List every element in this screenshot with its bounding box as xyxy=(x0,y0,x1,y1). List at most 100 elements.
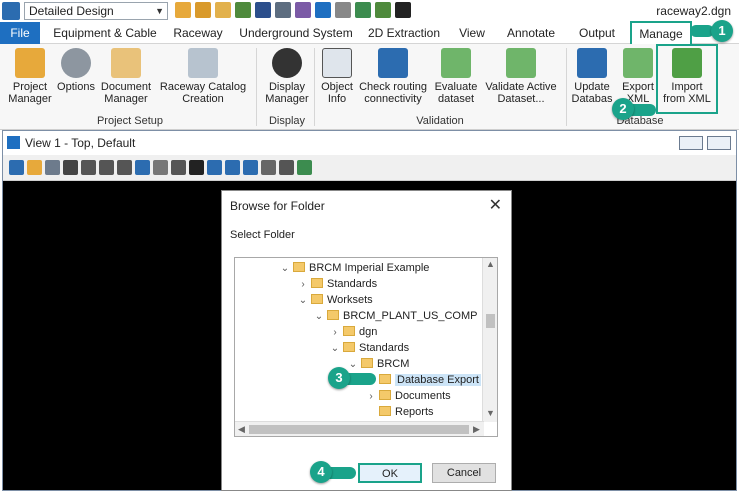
update-database-button[interactable]: Update Databas xyxy=(570,48,614,105)
clip-volume-icon[interactable] xyxy=(261,160,276,175)
folder-icon xyxy=(379,406,391,416)
expander-icon[interactable]: ⌄ xyxy=(279,261,291,277)
scroll-thumb[interactable] xyxy=(249,425,469,434)
tree-node[interactable]: › Documents xyxy=(365,388,451,404)
validate-active-dataset-button[interactable]: Validate Active Dataset... xyxy=(482,48,560,105)
tree-node[interactable]: › Standards xyxy=(297,276,377,292)
minimize-button[interactable] xyxy=(679,136,703,150)
tab-underground-system[interactable]: Underground System xyxy=(236,22,356,44)
folder-icon xyxy=(379,390,391,400)
undo-icon[interactable] xyxy=(315,2,331,18)
view-previous-icon[interactable] xyxy=(207,160,222,175)
workspace-select[interactable]: Detailed Design ▼ xyxy=(24,2,168,20)
expander-icon[interactable]: ⌄ xyxy=(347,357,359,373)
expander-icon[interactable]: ⌄ xyxy=(313,309,325,325)
import-highlight-box xyxy=(656,44,718,114)
pan-view-icon[interactable] xyxy=(171,160,186,175)
callout-badge: 3 xyxy=(328,367,350,389)
tree-node-selected[interactable]: Database Export xyxy=(365,372,481,388)
scroll-thumb[interactable] xyxy=(486,314,495,328)
tree-node-label: dgn xyxy=(359,326,378,338)
walk-icon[interactable] xyxy=(189,160,204,175)
object-info-button[interactable]: Object Info xyxy=(318,48,356,105)
tab-2d-extraction[interactable]: 2D Extraction xyxy=(362,22,446,44)
expander-icon[interactable]: › xyxy=(365,389,377,405)
tab-manage[interactable]: Manage xyxy=(630,21,692,45)
app-logo-icon[interactable] xyxy=(2,2,20,20)
view-toolbar xyxy=(3,155,736,181)
tab-file[interactable]: File xyxy=(0,22,40,44)
export-xml-button[interactable]: Export XML xyxy=(618,48,658,105)
tab-raceway[interactable]: Raceway xyxy=(168,22,228,44)
save-icon[interactable] xyxy=(255,2,271,18)
scroll-left-icon[interactable]: ◀ xyxy=(238,424,245,435)
view-toggle-icon[interactable] xyxy=(297,160,312,175)
scroll-up-icon[interactable]: ▲ xyxy=(486,259,495,269)
lighting-icon[interactable] xyxy=(45,160,60,175)
export-icon xyxy=(623,48,653,78)
tab-annotate[interactable]: Annotate xyxy=(500,22,562,44)
project-manager-button[interactable]: Project Manager xyxy=(6,48,54,105)
tree-node[interactable]: ⌄ BRCM xyxy=(347,356,409,372)
tab-output[interactable]: Output xyxy=(570,22,624,44)
copy-view-icon[interactable] xyxy=(243,160,258,175)
view-next-icon[interactable] xyxy=(225,160,240,175)
ok-button[interactable]: OK xyxy=(358,463,422,483)
scroll-down-icon[interactable]: ▼ xyxy=(486,408,495,418)
vertical-scrollbar[interactable]: ▲ ▼ xyxy=(482,258,497,422)
print-icon[interactable] xyxy=(375,2,391,18)
browse-folder-dialog: Browse for Folder ✕ Select Folder ⌄ BRCM … xyxy=(221,190,512,491)
settings-icon[interactable] xyxy=(295,2,311,18)
check-routing-button[interactable]: Check routing connectivity xyxy=(358,48,428,105)
tab-equipment-cable[interactable]: Equipment & Cable xyxy=(50,22,160,44)
quick-access-toolbar xyxy=(175,2,411,20)
render-icon[interactable] xyxy=(279,160,294,175)
redo-icon[interactable] xyxy=(335,2,351,18)
scroll-right-icon[interactable]: ▶ xyxy=(473,424,480,435)
cancel-button[interactable]: Cancel xyxy=(432,463,496,483)
display-manager-button[interactable]: Display Manager xyxy=(262,48,312,105)
raceway-catalog-button[interactable]: Raceway Catalog Creation xyxy=(156,48,250,105)
horizontal-scrollbar[interactable]: ◀ ▶ xyxy=(235,421,484,436)
folder-icon xyxy=(311,278,323,288)
evaluate-dataset-button[interactable]: Evaluate dataset xyxy=(432,48,480,105)
zoom-out-icon[interactable] xyxy=(99,160,114,175)
tab-view[interactable]: View xyxy=(452,22,492,44)
expander-icon[interactable]: › xyxy=(297,277,309,293)
close-icon[interactable]: ✕ xyxy=(489,195,502,215)
pointer-icon[interactable] xyxy=(395,2,411,18)
expander-icon[interactable]: ⌄ xyxy=(297,293,309,309)
zoom-in-icon[interactable] xyxy=(81,160,96,175)
pin-icon[interactable] xyxy=(355,2,371,18)
folder-icon xyxy=(343,342,355,352)
tree-node-label: BRCM Imperial Example xyxy=(309,262,430,274)
evaluate-dataset-label: Evaluate dataset xyxy=(434,81,478,105)
document-manager-button[interactable]: Document Manager xyxy=(98,48,154,105)
tree-node[interactable]: ⌄ BRCM_PLANT_US_COMP xyxy=(313,308,477,324)
expander-icon[interactable]: ⌄ xyxy=(329,341,341,357)
dialog-title: Browse for Folder xyxy=(230,199,325,213)
view-title-bar: View 1 - Top, Default xyxy=(3,131,736,155)
tree-node[interactable]: ⌄ Worksets xyxy=(297,292,373,308)
view-attributes-icon[interactable] xyxy=(9,160,24,175)
dataset-check-icon xyxy=(441,48,471,78)
display-style-icon[interactable] xyxy=(27,160,42,175)
maximize-button[interactable] xyxy=(707,136,731,150)
fit-view-icon[interactable] xyxy=(135,160,150,175)
tree-node[interactable]: › dgn xyxy=(329,324,377,340)
folder-tree[interactable]: ⌄ BRCM Imperial Example › Standards ⌄ Works… xyxy=(234,257,498,437)
folder-icon[interactable] xyxy=(215,2,231,18)
tree-node[interactable]: Reports xyxy=(365,404,434,420)
rotate-view-icon[interactable] xyxy=(153,160,168,175)
expander-icon[interactable]: › xyxy=(329,325,341,341)
open-folder-icon[interactable] xyxy=(195,2,211,18)
user-icon[interactable] xyxy=(175,2,191,18)
options-button[interactable]: Options xyxy=(56,48,96,93)
tree-node[interactable]: ⌄ Standards xyxy=(329,340,409,356)
display-manager-label: Display Manager xyxy=(265,81,309,105)
tree-node[interactable]: ⌄ BRCM Imperial Example xyxy=(279,260,429,276)
window-area-icon[interactable] xyxy=(117,160,132,175)
save-as-icon[interactable] xyxy=(275,2,291,18)
new-file-icon[interactable] xyxy=(235,2,251,18)
update-icon[interactable] xyxy=(63,160,78,175)
